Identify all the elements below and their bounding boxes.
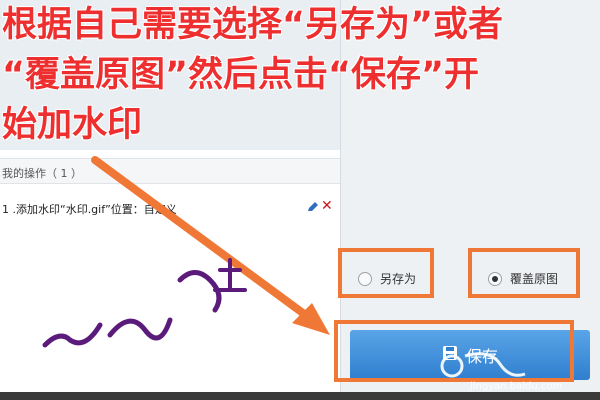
baidu-jingyan-watermark: jingyan.baidu.com [440,352,562,392]
highlight-overwrite [468,248,580,298]
edit-icon[interactable] [306,200,320,214]
caption-line-3: 始加水印 [2,105,143,145]
svg-text:jingyan.baidu.com: jingyan.baidu.com [469,381,562,392]
screenshot-stage: 我的操作（ 1 ） 1 .添加水印“水印.gif”位置：自定义 ✕ 另存为 覆盖… [0,0,600,400]
stamp-signature [42,258,247,348]
instruction-caption: 根据自己需要选择“另存为”或者 “覆盖原图”然后点击“保存”开 始加水印 [2,0,598,150]
highlight-save-as [338,248,434,298]
caption-line-1: 根据自己需要选择“另存为”或者 [2,5,504,45]
delete-icon[interactable]: ✕ [321,198,335,214]
caption-line-2: “覆盖原图”然后点击“保存”开 [2,55,480,95]
operation-row: 1 .添加水印“水印.gif”位置：自定义 ✕ [0,198,340,218]
operation-row-text: 1 .添加水印“水印.gif”位置：自定义 [2,203,177,216]
operations-header: 我的操作（ 1 ） [0,158,340,184]
